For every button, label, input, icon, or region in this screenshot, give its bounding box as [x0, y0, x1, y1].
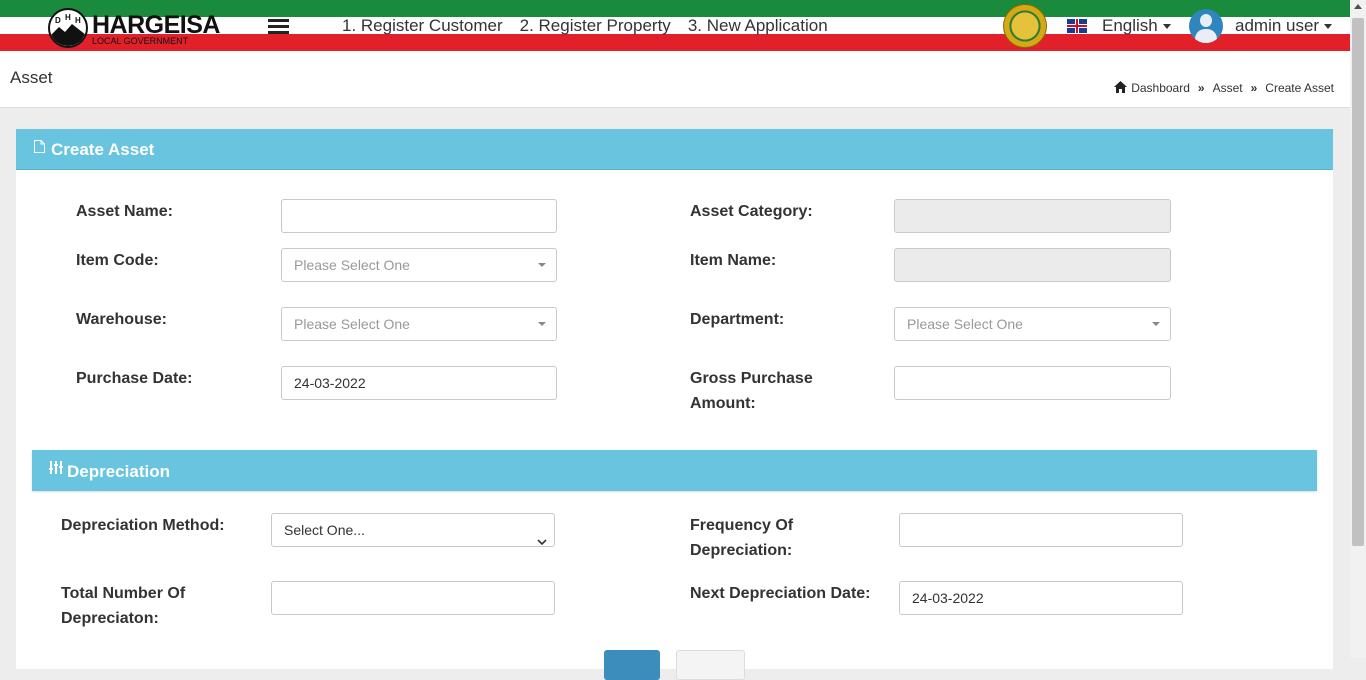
gross-purchase-amount-input[interactable] — [894, 366, 1171, 400]
svg-text:H: H — [75, 16, 81, 25]
logo-subtitle: LOCAL GOVERNMENT — [92, 36, 189, 46]
item-code-label: Item Code: — [76, 252, 159, 269]
purchase-date-label: Purchase Date: — [76, 370, 193, 387]
frequency-label: Frequency Of Depreciation: — [690, 513, 793, 563]
svg-text:H: H — [65, 13, 71, 22]
caret-down-icon — [538, 322, 546, 326]
top-navbar: D H H HARGEISA LOCAL GOVERNMENT 1. Regis… — [0, 0, 1350, 52]
depreciation-title: Depreciation — [67, 462, 170, 481]
depreciation-method-value: Select One... — [284, 522, 365, 538]
item-code-select[interactable]: Please Select One — [281, 248, 557, 282]
frequency-input[interactable] — [899, 513, 1183, 547]
language-dropdown[interactable]: English — [1102, 16, 1171, 36]
logo-title: HARGEISA — [92, 11, 220, 39]
asset-category-input — [894, 199, 1171, 233]
department-label: Department: — [690, 311, 785, 328]
nav-register-customer[interactable]: 1. Register Customer — [342, 16, 503, 35]
frequency-label-line2: Depreciation: — [690, 542, 793, 559]
depreciation-method-select[interactable]: Select One... — [271, 513, 555, 547]
caret-down-icon — [1162, 24, 1171, 30]
breadcrumb-asset[interactable]: Asset — [1213, 81, 1243, 95]
breadcrumb-create-asset: Create Asset — [1265, 81, 1334, 95]
vertical-scrollbar[interactable] — [1350, 0, 1366, 658]
total-number-label: Total Number Of Depreciaton: — [61, 581, 185, 631]
chevron-down-icon — [537, 525, 547, 557]
gross-purchase-amount-label: Gross Purchase Amount: — [690, 366, 813, 416]
frequency-label-line1: Frequency Of — [690, 517, 794, 534]
quick-links: 1. Register Customer 2. Register Property… — [342, 16, 845, 36]
caret-down-icon — [1324, 24, 1333, 30]
uk-flag-icon[interactable] — [1067, 19, 1087, 33]
depreciation-method-label: Depreciation Method: — [61, 517, 225, 534]
asset-name-label: Asset Name: — [76, 203, 173, 220]
next-depreciation-date-input[interactable]: 24-03-2022 — [899, 581, 1183, 615]
depreciation-header: Depreciation — [32, 450, 1317, 491]
save-button[interactable] — [604, 650, 660, 680]
purchase-date-input[interactable]: 24-03-2022 — [281, 366, 557, 400]
nav-new-application[interactable]: 3. New Application — [688, 16, 828, 35]
total-number-label-line2: Depreciaton: — [61, 610, 159, 627]
next-depreciation-date-label: Next Depreciation Date: — [690, 585, 871, 602]
hargeisa-logo[interactable]: D H H HARGEISA LOCAL GOVERNMENT — [48, 8, 220, 48]
item-name-label: Item Name: — [690, 252, 777, 269]
svg-text:D: D — [55, 16, 61, 25]
scroll-up-icon[interactable] — [1354, 4, 1362, 9]
card-header: Create Asset — [16, 129, 1333, 170]
department-placeholder: Please Select One — [907, 316, 1023, 332]
item-name-input — [894, 248, 1171, 282]
document-icon — [34, 140, 45, 158]
nav-register-property[interactable]: 2. Register Property — [520, 16, 671, 35]
gross-purchase-label-line2: Amount: — [690, 395, 756, 412]
breadcrumb-separator: » — [1250, 81, 1258, 95]
asset-category-label: Asset Category: — [690, 203, 813, 220]
avatar-icon[interactable] — [1189, 9, 1223, 43]
warehouse-placeholder: Please Select One — [294, 316, 410, 332]
sliders-icon — [49, 461, 63, 479]
cancel-button[interactable] — [676, 650, 745, 680]
caret-down-icon — [1152, 322, 1160, 326]
department-select[interactable]: Please Select One — [894, 307, 1171, 341]
warehouse-label: Warehouse: — [76, 311, 167, 328]
home-icon — [1114, 81, 1128, 96]
user-name: admin user — [1235, 16, 1320, 35]
scroll-thumb[interactable] — [1352, 18, 1364, 546]
item-code-placeholder: Please Select One — [294, 257, 410, 273]
create-asset-card: Create Asset Asset Name: Asset Category:… — [16, 129, 1333, 680]
card-title: Create Asset — [51, 140, 155, 159]
breadcrumb: Dashboard » Asset » Create Asset — [1114, 81, 1334, 96]
asset-name-input[interactable] — [281, 199, 557, 233]
page-title: Asset — [10, 68, 53, 87]
warehouse-select[interactable]: Please Select One — [281, 307, 557, 341]
caret-down-icon — [538, 263, 546, 267]
language-label: English — [1102, 16, 1158, 35]
hargeisa-logo-icon: D H H — [48, 8, 88, 48]
menu-icon[interactable] — [268, 19, 289, 34]
breadcrumb-separator: » — [1197, 81, 1205, 95]
page-header: Asset Dashboard » Asset » Create Asset — [0, 52, 1350, 108]
total-number-label-line1: Total Number Of — [61, 585, 186, 602]
gross-purchase-label-line1: Gross Purchase — [690, 370, 813, 387]
user-menu[interactable]: admin user — [1235, 16, 1333, 36]
total-number-input[interactable] — [271, 581, 555, 615]
breadcrumb-dashboard[interactable]: Dashboard — [1131, 81, 1190, 95]
emblem-icon — [1003, 4, 1047, 48]
